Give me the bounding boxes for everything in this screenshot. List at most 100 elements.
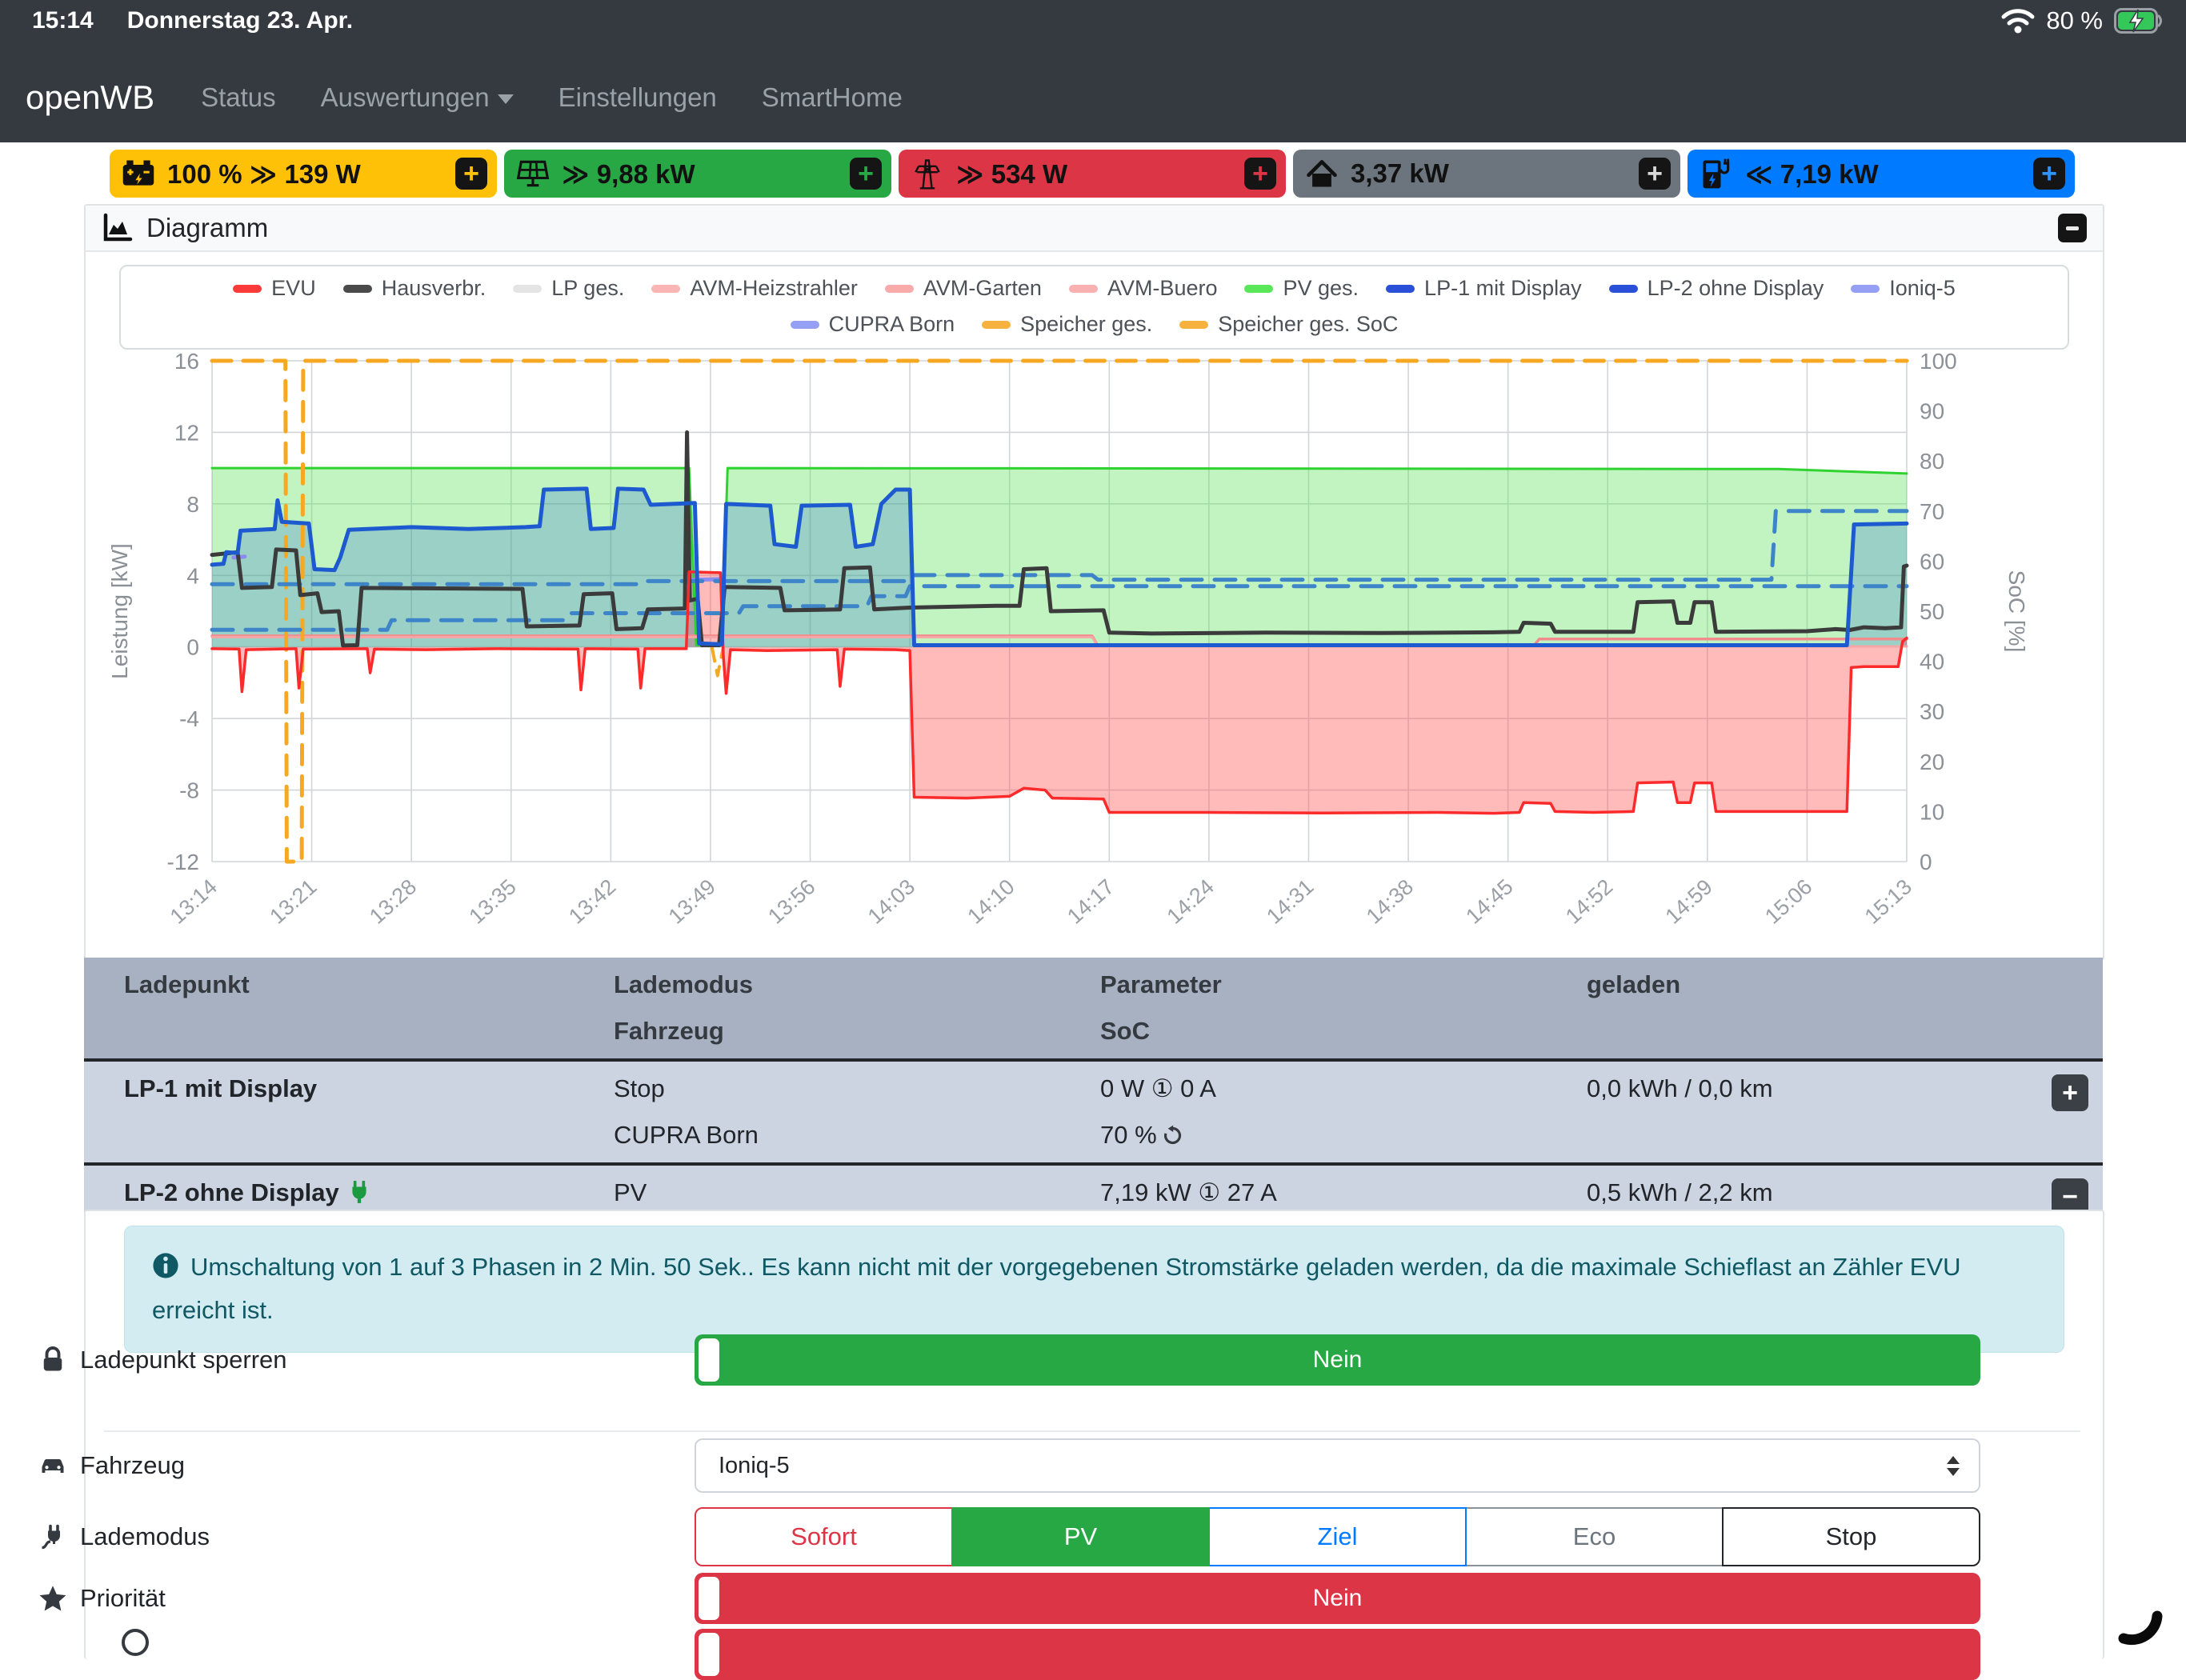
badge-evu-expand-button[interactable]: +: [1244, 158, 1276, 190]
svg-text:8: 8: [186, 492, 199, 517]
charging-cable-icon: [38, 1522, 67, 1551]
priority-toggle[interactable]: Nein: [695, 1573, 1980, 1624]
svg-text:15:13: 15:13: [1860, 874, 1916, 929]
badge-haus[interactable]: 3,37 kW +: [1293, 150, 1680, 198]
lp1-charged: 0,0 kWh / 0,0 km: [1587, 1074, 2003, 1103]
nav-item-smarthome[interactable]: SmartHome: [762, 82, 903, 113]
battery-percent: 80 %: [2046, 6, 2103, 35]
col-header-geladen: geladen: [1587, 970, 2003, 999]
star-icon: [38, 1584, 67, 1613]
phase-switch-alert: Umschaltung von 1 auf 3 Phasen in 2 Min.…: [124, 1226, 2064, 1353]
legend-item[interactable]: LP-1 mit Display: [1386, 276, 1582, 301]
lock-toggle-value: Nein: [1313, 1346, 1363, 1374]
mode-ziel-button[interactable]: Ziel: [1208, 1507, 1467, 1566]
legend-swatch: [1244, 285, 1273, 293]
table-row-lp1[interactable]: LP-1 mit Display StopCUPRA Born 0 W ① 0 …: [84, 1062, 2103, 1166]
chart-legend: EVU Hausverbr. LP ges. AVM-Heizstrahler …: [119, 265, 2069, 350]
diagram-card: Diagramm EVU Hausverbr. LP ges. AVM-Heiz…: [84, 204, 2104, 961]
svg-text:13:56: 13:56: [763, 874, 819, 929]
navbar: openWB Status Auswertungen Einstellungen…: [0, 58, 2186, 138]
svg-text:13:42: 13:42: [564, 874, 620, 929]
mode-eco-button[interactable]: Eco: [1465, 1507, 1724, 1566]
legend-swatch: [1386, 285, 1415, 293]
svg-text:-8: -8: [179, 778, 199, 803]
diagram-title: Diagramm: [146, 213, 268, 243]
partial-toggle[interactable]: [695, 1629, 1980, 1680]
svg-text:80: 80: [1920, 449, 1944, 474]
plug-connected-icon: [349, 1181, 370, 1205]
svg-text:40: 40: [1920, 650, 1944, 674]
mode-stop-button[interactable]: Stop: [1722, 1507, 1980, 1566]
badge-ladepunkte-value: ≪ 7,19 kW: [1745, 158, 1879, 190]
badge-pv[interactable]: ≫ 9,88 kW +: [504, 150, 891, 198]
legend-item[interactable]: LP-2 ohne Display: [1609, 276, 1824, 301]
svg-text:12: 12: [174, 420, 199, 445]
legend-item[interactable]: CUPRA Born: [791, 312, 955, 337]
legend-item[interactable]: Speicher ges. SoC: [1179, 312, 1398, 337]
badge-speicher-expand-button[interactable]: +: [455, 158, 487, 190]
legend-item[interactable]: EVU: [233, 276, 316, 301]
legend-item[interactable]: PV ges.: [1244, 276, 1359, 301]
mode-pv-button[interactable]: PV: [951, 1507, 1210, 1566]
solar-panel-icon: [515, 156, 551, 191]
badge-speicher[interactable]: 100 % ≫ 139 W +: [110, 150, 497, 198]
svg-text:13:35: 13:35: [464, 874, 520, 929]
svg-text:14:52: 14:52: [1561, 874, 1617, 929]
select-chevrons-icon: [1947, 1456, 1960, 1476]
nav-item-auswertungen[interactable]: Auswertungen: [321, 82, 514, 113]
chart-svg: 13:1413:2113:2813:3513:4213:4913:5614:03…: [92, 342, 2096, 950]
car-battery-icon: [121, 156, 156, 191]
power-pylon-icon: [910, 156, 945, 191]
lock-toggle[interactable]: Nein: [695, 1334, 1980, 1386]
svg-text:90: 90: [1920, 399, 1944, 424]
svg-text:20: 20: [1920, 750, 1944, 774]
svg-text:0: 0: [1920, 850, 1932, 874]
legend-item[interactable]: Hausverbr.: [343, 276, 486, 301]
legend-item[interactable]: AVM-Garten: [885, 276, 1042, 301]
svg-text:14:59: 14:59: [1661, 874, 1717, 929]
vehicle-select-value: Ioniq-5: [719, 1453, 790, 1479]
svg-text:-12: -12: [167, 850, 199, 874]
svg-text:15:06: 15:06: [1760, 874, 1816, 929]
svg-text:13:21: 13:21: [265, 874, 321, 929]
status-time: 15:14: [32, 7, 94, 34]
priority-label: Priorität: [80, 1584, 166, 1613]
badge-ladepunkte[interactable]: ≪ 7,19 kW +: [1688, 150, 2075, 198]
badge-evu-value: ≫ 534 W: [956, 158, 1067, 190]
legend-swatch: [1851, 285, 1880, 293]
badge-ladepunkte-expand-button[interactable]: +: [2033, 158, 2065, 190]
legend-item[interactable]: AVM-Heizstrahler: [651, 276, 858, 301]
svg-text:14:17: 14:17: [1063, 874, 1119, 929]
badge-haus-expand-button[interactable]: +: [1639, 158, 1671, 190]
svg-text:60: 60: [1920, 549, 1944, 574]
diagram-card-header: Diagramm: [86, 206, 2103, 252]
lock-label-group: Ladepunkt sperren: [38, 1346, 287, 1374]
legend-item[interactable]: LP ges.: [513, 276, 624, 301]
svg-text:13:14: 13:14: [166, 874, 222, 929]
legend-item[interactable]: Ioniq-5: [1851, 276, 1956, 301]
svg-text:14:10: 14:10: [963, 874, 1019, 929]
vehicle-label: Fahrzeug: [80, 1451, 185, 1480]
col-header-ladepunkt: Ladepunkt: [124, 970, 614, 999]
mode-sofort-button[interactable]: Sofort: [695, 1507, 953, 1566]
alert-text: Umschaltung von 1 auf 3 Phasen in 2 Min.…: [152, 1253, 1961, 1324]
svg-text:-4: -4: [179, 706, 199, 731]
svg-text:16: 16: [174, 349, 199, 374]
refresh-soc-icon[interactable]: [1162, 1125, 1183, 1146]
vehicle-select[interactable]: Ioniq-5: [695, 1438, 1980, 1493]
legend-swatch: [791, 321, 819, 329]
nav-item-einstellungen[interactable]: Einstellungen: [559, 82, 717, 113]
priority-row: Priorität Nein: [0, 1573, 2017, 1624]
legend-swatch: [1069, 285, 1098, 293]
chevron-down-icon: [498, 94, 514, 104]
collapse-diagram-button[interactable]: [2058, 214, 2087, 242]
brand-logo[interactable]: openWB: [26, 78, 154, 117]
legend-item[interactable]: AVM-Buero: [1069, 276, 1218, 301]
lp1-param-soc: 0 W ① 0 A 70 %: [1100, 1074, 1587, 1150]
legend-item[interactable]: Speicher ges.: [982, 312, 1152, 337]
badge-pv-expand-button[interactable]: +: [850, 158, 882, 190]
svg-text:14:38: 14:38: [1362, 874, 1418, 929]
lp1-expand-button[interactable]: +: [2052, 1074, 2088, 1111]
badge-evu[interactable]: ≫ 534 W +: [899, 150, 1286, 198]
nav-item-status[interactable]: Status: [201, 82, 276, 113]
